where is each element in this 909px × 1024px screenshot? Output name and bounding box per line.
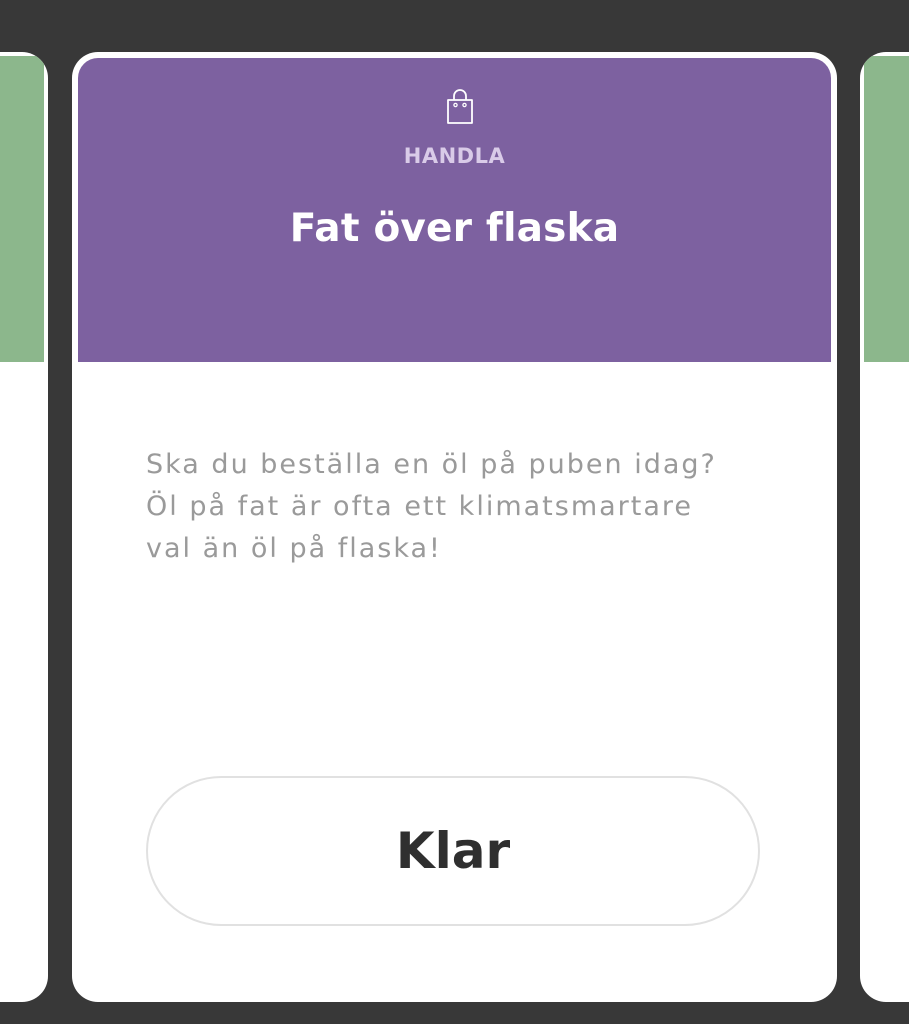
category-label: HANDLA — [403, 144, 506, 168]
previous-card[interactable] — [0, 52, 48, 1002]
tip-card-header: HANDLA Fat över flaska — [78, 58, 831, 362]
previous-card-header — [0, 56, 44, 362]
done-button[interactable]: Klar — [146, 776, 760, 926]
tip-card: HANDLA Fat över flaska Ska du beställa e… — [72, 52, 837, 1002]
done-button-label: Klar — [395, 822, 511, 880]
next-card[interactable] — [860, 52, 909, 1002]
tip-description: Ska du beställa en öl på puben idag? Öl … — [146, 449, 717, 564]
next-card-header — [864, 56, 909, 362]
tip-title: Fat över flaska — [289, 206, 620, 251]
shopping-bag-icon — [447, 89, 473, 124]
